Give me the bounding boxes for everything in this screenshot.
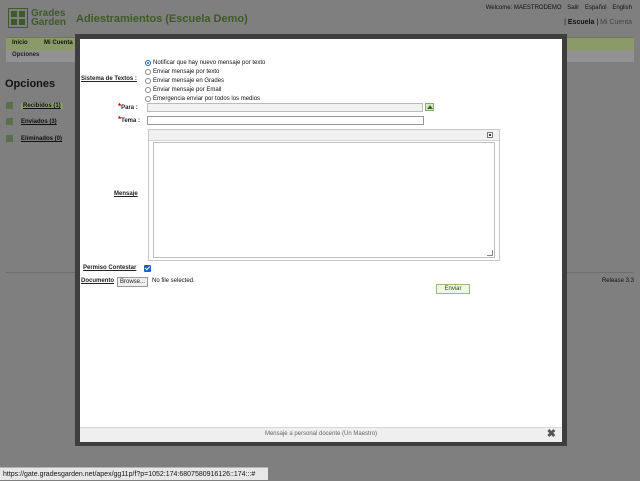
sent-icon bbox=[6, 118, 13, 125]
recipient-lookup-icon[interactable] bbox=[425, 103, 434, 111]
sidebar-item-label: Recibidos (1) bbox=[21, 103, 63, 110]
radio-label: Notificar que hay nuevo mensaje por text… bbox=[153, 60, 266, 66]
editor-toolbar bbox=[149, 130, 499, 141]
close-icon[interactable]: ✖ bbox=[547, 429, 556, 440]
sub-nav-opciones[interactable]: Opciones bbox=[12, 52, 39, 58]
no-file-text: No file selected. bbox=[152, 278, 195, 284]
para-label-text: Para : bbox=[121, 105, 138, 111]
radio-emergencia[interactable]: Emergencia enviar por todos los medios bbox=[145, 95, 260, 103]
grades-garden-logo[interactable]: Grades Garden bbox=[8, 8, 67, 28]
trash-icon bbox=[6, 135, 13, 142]
browse-button[interactable]: Browse... bbox=[117, 277, 149, 287]
modal-caption: Mensaje a personal docente (Un Maestro) bbox=[264, 431, 378, 437]
editor-source-icon[interactable] bbox=[487, 132, 493, 138]
permiso-contestar-label: Permiso Contestar bbox=[83, 265, 137, 271]
compose-message-modal: Sistema de Textos : Notificar que hay nu… bbox=[75, 34, 567, 446]
school-separator-2: | bbox=[596, 19, 599, 26]
radio-enviar-email[interactable]: Enviar mensaje por Email bbox=[145, 86, 221, 94]
para-field[interactable] bbox=[147, 103, 423, 112]
sidebar-item-recibidos[interactable]: Recibidos (1) bbox=[6, 102, 63, 110]
radio-enviar-grades[interactable]: Enviar mensaje en Grades bbox=[145, 77, 224, 85]
status-url-bar: https://gate.gradesgarden.net/apex/gg11p… bbox=[0, 467, 268, 480]
radio-button[interactable] bbox=[145, 87, 151, 93]
tema-label-text: Tema : bbox=[121, 118, 141, 124]
resize-handle-icon[interactable] bbox=[487, 250, 493, 256]
mensaje-label: Mensaje bbox=[114, 191, 138, 197]
welcome-bar: Welcome: MAESTRODEMO Salir Español Engli… bbox=[482, 5, 632, 11]
tema-label: *Tema : bbox=[118, 115, 140, 124]
english-link[interactable]: English bbox=[612, 5, 632, 11]
permiso-contestar-checkbox[interactable] bbox=[144, 265, 151, 272]
release-version: Release 3.3 bbox=[601, 278, 634, 284]
radio-label: Enviar mensaje por Email bbox=[153, 87, 222, 93]
modal-footer: Mensaje a personal docente (Un Maestro) … bbox=[80, 427, 562, 442]
radio-enviar-texto[interactable]: Enviar mensaje por texto bbox=[145, 68, 219, 76]
documento-label: Documento bbox=[81, 278, 114, 284]
radio-button[interactable] bbox=[145, 96, 151, 102]
school-switch: | Escuela | Mi Cuenta bbox=[564, 19, 632, 26]
nav-item-inicio[interactable]: Inicio bbox=[12, 40, 28, 46]
send-button[interactable]: Enviar bbox=[436, 284, 470, 294]
sidebar-title: Opciones bbox=[5, 78, 56, 90]
radio-label: Emergencia enviar por todos los medios bbox=[153, 96, 261, 102]
logo-grid-icon bbox=[8, 8, 28, 28]
message-editor bbox=[148, 129, 500, 261]
tema-input[interactable] bbox=[147, 116, 424, 125]
radio-button[interactable] bbox=[145, 69, 151, 75]
sidebar-item-enviados[interactable]: Enviados (3) bbox=[6, 118, 57, 125]
radio-notificar[interactable]: Notificar que hay nuevo mensaje por text… bbox=[145, 59, 265, 67]
modal-body: Sistema de Textos : Notificar que hay nu… bbox=[80, 39, 562, 427]
app-title: Adiestramientos (Escuela Demo) bbox=[76, 13, 248, 25]
radio-button-selected[interactable] bbox=[145, 60, 151, 66]
inbox-icon bbox=[6, 102, 13, 109]
para-label: *Para : bbox=[118, 102, 138, 111]
sidebar-item-label: Eliminados (0) bbox=[21, 136, 63, 143]
logout-link[interactable]: Salir bbox=[567, 5, 579, 11]
sidebar-item-eliminados[interactable]: Eliminados (0) bbox=[6, 135, 62, 142]
nav-item-mi-cuenta[interactable]: Mi Cuenta bbox=[44, 40, 73, 46]
sidebar-item-label: Enviados (3) bbox=[21, 119, 57, 126]
spanish-link[interactable]: Español bbox=[585, 5, 607, 11]
sistema-textos-label: Sistema de Textos : bbox=[81, 76, 137, 82]
my-account-link[interactable]: Mi Cuenta bbox=[600, 19, 632, 26]
school-separator: | bbox=[564, 19, 566, 26]
radio-button[interactable] bbox=[145, 78, 151, 84]
message-textarea[interactable] bbox=[153, 142, 495, 258]
school-link[interactable]: Escuela bbox=[568, 19, 594, 26]
logo-text: Grades Garden bbox=[31, 8, 67, 28]
radio-label: Enviar mensaje en Grades bbox=[153, 78, 225, 84]
app-header: Grades Garden Adiestramientos (Escuela D… bbox=[0, 0, 640, 34]
welcome-text: Welcome: MAESTRODEMO bbox=[485, 5, 562, 11]
radio-label: Enviar mensaje por texto bbox=[153, 69, 220, 75]
